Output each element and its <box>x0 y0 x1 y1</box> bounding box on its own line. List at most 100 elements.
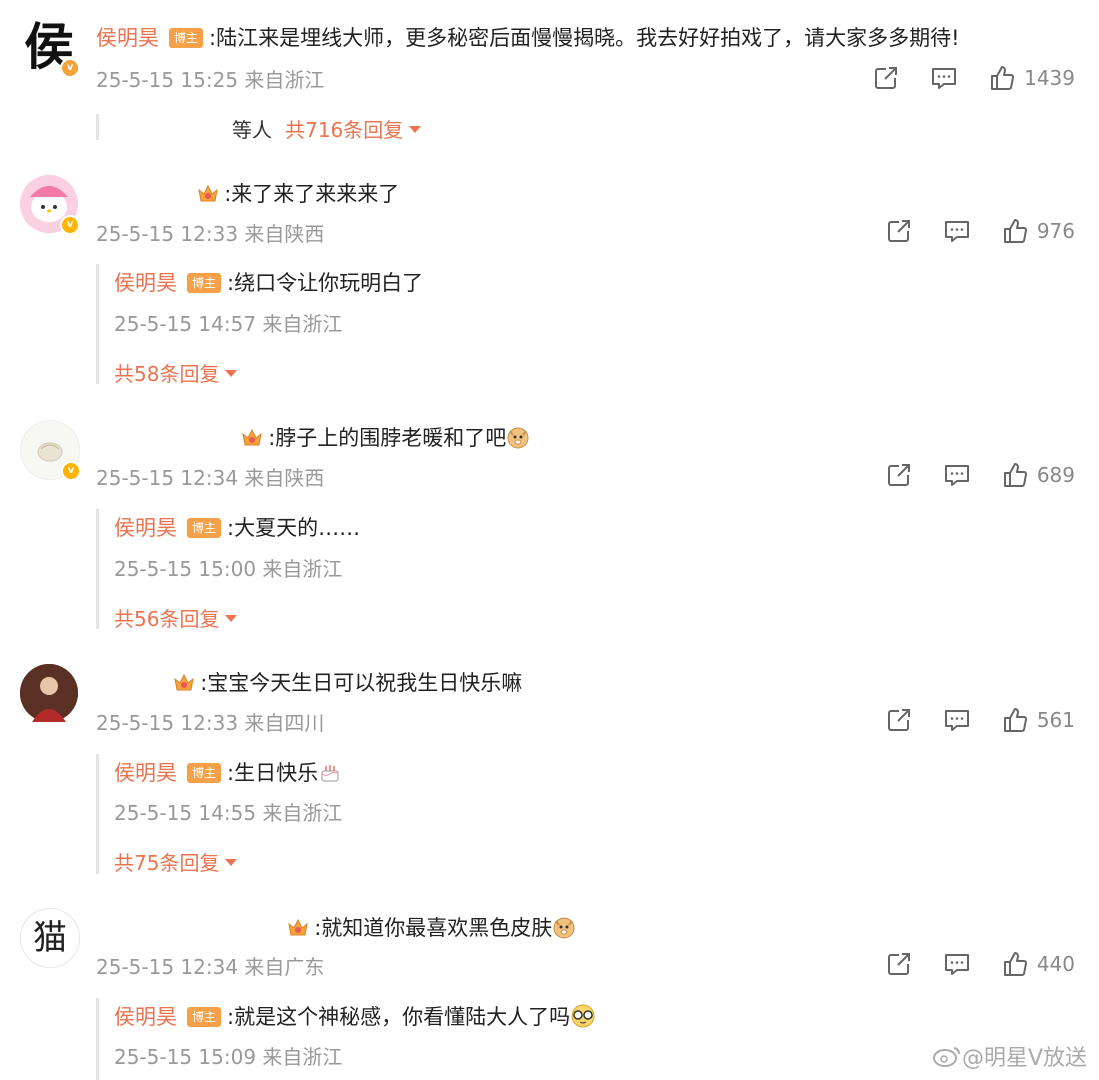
reply-meta: 25-5-15 14:55 来自浙江 <box>114 801 343 825</box>
like-count: 976 <box>1036 219 1075 243</box>
reply-meta: 25-5-15 15:00 来自浙江 <box>114 557 343 581</box>
blogger-badge: 博主 <box>187 273 222 293</box>
comment-meta: 25-5-15 12:33 来自四川 <box>96 711 325 735</box>
share-icon[interactable] <box>885 461 913 489</box>
blogger-badge: 博主 <box>187 1007 222 1027</box>
crown-badge-icon <box>197 182 219 204</box>
watermark: @明星V放送 <box>932 1040 1087 1072</box>
blogger-badge: 博主 <box>187 518 222 538</box>
weibo-logo-icon <box>932 1047 960 1067</box>
username[interactable]: 侯明昊 <box>114 271 177 295</box>
comment-text: :就知道你最喜欢黑色皮肤 <box>314 916 553 940</box>
chevron-down-icon <box>225 859 238 866</box>
comment-text: :来了来了来来来了 <box>224 182 400 206</box>
comment-header: 侯明昊 博主:陆江来是埋线大师，更多秘密后面慢慢揭晓。我去好好拍戏了，请大家多多期… <box>96 22 960 52</box>
like-count: 561 <box>1036 708 1075 732</box>
more-replies-link[interactable]: 共75条回复 <box>114 851 219 875</box>
reply-text: :生日快乐 <box>227 761 319 785</box>
chevron-down-icon <box>225 370 238 377</box>
more-replies[interactable]: 共56条回复 <box>114 603 238 632</box>
username[interactable]: 侯明昊 <box>114 1005 177 1029</box>
more-replies[interactable]: 共58条回复 <box>114 358 238 387</box>
share-icon[interactable] <box>885 950 913 978</box>
avatar[interactable]: v <box>20 175 80 235</box>
avatar-calligraphy: 猫 <box>33 918 67 958</box>
avatar[interactable]: 侯 v <box>20 18 80 78</box>
reply-meta: 25-5-15 15:09 来自浙江 <box>114 1045 343 1069</box>
comment-actions: 689 <box>885 459 1075 491</box>
comment-icon[interactable] <box>943 217 971 245</box>
comment-actions: 440 <box>885 948 1075 980</box>
comment-header: :脖子上的围脖老暖和了吧 <box>96 422 530 452</box>
comment-header: :宝宝今天生日可以祝我生日快乐嘛 <box>96 667 522 697</box>
comment-text: :陆江来是埋线大师，更多秘密后面慢慢揭晓。我去好好拍戏了，请大家多多期待! <box>209 26 960 50</box>
hidden-username[interactable] <box>96 920 282 941</box>
share-icon[interactable] <box>885 217 913 245</box>
username[interactable]: 侯明昊 <box>114 761 177 785</box>
like-count: 689 <box>1036 463 1075 487</box>
username[interactable]: 侯明昊 <box>96 26 159 50</box>
reply-divider <box>96 509 99 629</box>
doge-emoji <box>506 425 530 449</box>
avatar[interactable]: v <box>20 420 81 481</box>
comment-header: :就知道你最喜欢黑色皮肤 <box>96 912 576 942</box>
thumbs-up-icon[interactable] <box>1001 950 1029 978</box>
crown-badge-icon <box>173 671 195 693</box>
share-icon[interactable] <box>872 64 900 92</box>
comment-actions: 1439 <box>872 62 1075 94</box>
hidden-username[interactable] <box>96 186 192 207</box>
comment-icon[interactable] <box>943 706 971 734</box>
comment-meta: 25-5-15 12:34 来自陕西 <box>96 466 325 490</box>
photo-avatar-icon <box>20 664 78 722</box>
verified-icon: v <box>60 58 80 78</box>
avatar[interactable]: 猫 <box>20 908 80 968</box>
more-replies-link[interactable]: 共56条回复 <box>114 607 219 631</box>
hidden-username[interactable] <box>96 675 168 696</box>
cake-emoji <box>318 760 342 784</box>
reply-divider <box>96 264 99 384</box>
doge-emoji <box>552 915 576 939</box>
thumbs-up-icon[interactable] <box>1001 217 1029 245</box>
reply-divider <box>96 754 99 874</box>
reply-header: 侯明昊 博主:生日快乐 <box>114 757 342 787</box>
reply-header: 侯明昊 博主:大夏天的…… <box>114 512 360 542</box>
reply-text: :就是这个神秘感，你看懂陆大人了吗 <box>227 1005 571 1029</box>
thumbs-up-icon[interactable] <box>988 64 1016 92</box>
hidden-username[interactable] <box>96 430 236 451</box>
share-icon[interactable] <box>885 706 913 734</box>
more-replies[interactable]: 共75条回复 <box>114 847 238 876</box>
chevron-down-icon <box>225 615 238 622</box>
thumbs-up-icon[interactable] <box>1001 706 1029 734</box>
comment-icon[interactable] <box>943 950 971 978</box>
like-count: 1439 <box>1024 66 1075 90</box>
reply-text: :绕口令让你玩明白了 <box>227 271 424 295</box>
comment-icon[interactable] <box>943 461 971 489</box>
crown-badge-icon <box>241 426 263 448</box>
verified-icon: v <box>60 215 80 235</box>
reply-meta: 25-5-15 14:57 来自浙江 <box>114 312 343 336</box>
username[interactable]: 侯明昊 <box>114 516 177 540</box>
reply-text: :大夏天的…… <box>227 516 361 540</box>
reply-divider <box>96 998 99 1080</box>
comment-meta: 25-5-15 12:33 来自陕西 <box>96 222 325 246</box>
blogger-badge: 博主 <box>187 763 222 783</box>
more-replies-link[interactable]: 共716条回复 <box>285 118 403 142</box>
reply-prefix: 等人 <box>232 118 272 142</box>
reply-header: 侯明昊 博主:绕口令让你玩明白了 <box>114 267 423 297</box>
reply-summary[interactable]: 等人 共716条回复 <box>232 114 422 143</box>
comment-actions: 561 <box>885 704 1075 736</box>
more-replies-link[interactable]: 共58条回复 <box>114 362 219 386</box>
reply-divider <box>96 114 99 140</box>
comment-actions: 976 <box>885 215 1075 247</box>
avatar[interactable] <box>20 664 78 722</box>
chevron-down-icon <box>409 126 422 133</box>
comment-meta: 25-5-15 12:34 来自广东 <box>96 955 325 979</box>
comment-icon[interactable] <box>930 64 958 92</box>
like-count: 440 <box>1036 952 1075 976</box>
thumbs-up-icon[interactable] <box>1001 461 1029 489</box>
blogger-badge: 博主 <box>169 28 204 48</box>
crown-badge-icon <box>287 916 309 938</box>
reply-header: 侯明昊 博主:就是这个神秘感，你看懂陆大人了吗 <box>114 1001 596 1031</box>
comment-text: :脖子上的围脖老暖和了吧 <box>268 426 507 450</box>
comment-meta: 25-5-15 15:25 来自浙江 <box>96 68 325 92</box>
